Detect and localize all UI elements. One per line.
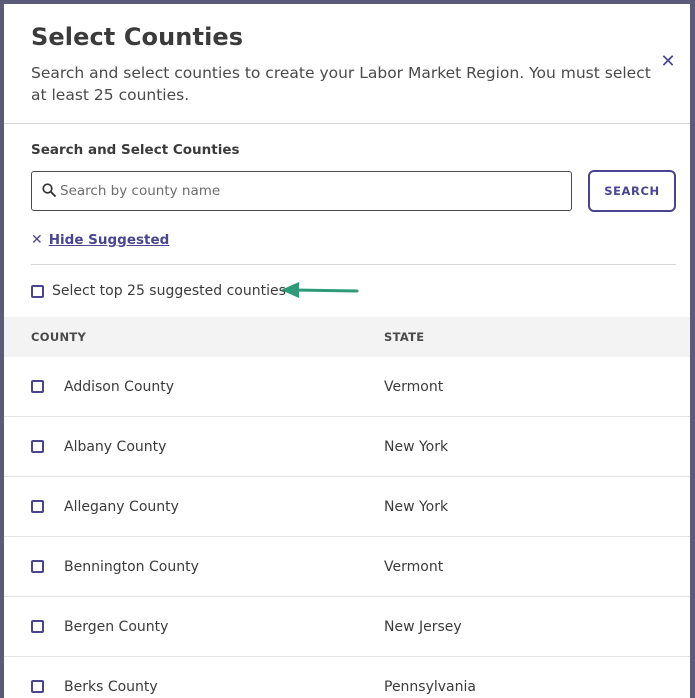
modal-title: Select Counties: [31, 23, 244, 51]
row-checkbox[interactable]: [31, 500, 44, 513]
column-header-county[interactable]: COUNTY: [4, 330, 384, 344]
table-header: COUNTY STATE: [4, 317, 690, 357]
row-checkbox[interactable]: [31, 560, 44, 573]
search-input[interactable]: [60, 172, 560, 210]
county-name: Addison County: [64, 378, 175, 395]
state-name: New York: [384, 498, 449, 515]
search-section: Search and Select Counties SEARCH ✕ Hide…: [4, 124, 690, 317]
search-label: Search and Select Counties: [31, 142, 240, 158]
column-header-state[interactable]: STATE: [384, 330, 424, 344]
row-checkbox[interactable]: [31, 440, 44, 453]
table-row[interactable]: Bergen County New Jersey: [4, 597, 690, 657]
row-checkbox[interactable]: [31, 380, 44, 393]
county-cell: Allegany County: [4, 499, 384, 515]
county-name: Allegany County: [64, 498, 179, 515]
county-name: Bennington County: [64, 558, 199, 575]
state-name: Pennsylvania: [384, 678, 476, 695]
modal-header: Select Counties Search and select counti…: [4, 4, 690, 124]
county-cell: Berks County: [4, 679, 384, 695]
county-table-body: Addison County Vermont Albany County New…: [4, 357, 690, 698]
table-row[interactable]: Allegany County New York: [4, 477, 690, 537]
county-cell: Bergen County: [4, 619, 384, 635]
row-checkbox[interactable]: [31, 680, 44, 693]
county-name: Berks County: [64, 678, 158, 695]
county-name: Bergen County: [64, 618, 169, 635]
modal-subtitle: Search and select counties to create you…: [31, 64, 651, 104]
table-row[interactable]: Bennington County Vermont: [4, 537, 690, 597]
table-row[interactable]: Addison County Vermont: [4, 357, 690, 417]
select-top-suggested-label[interactable]: Select top 25 suggested counties: [52, 283, 286, 299]
hide-suggested-link[interactable]: Hide Suggested: [49, 232, 170, 248]
state-name: Vermont: [384, 378, 444, 395]
select-counties-modal: Select Counties Search and select counti…: [4, 4, 690, 698]
select-top-suggested-row: Select top 25 suggested counties: [31, 265, 676, 317]
state-name: New Jersey: [384, 618, 462, 635]
search-field[interactable]: [31, 171, 572, 211]
state-name: Vermont: [384, 558, 444, 575]
close-icon[interactable]: ✕: [31, 232, 43, 248]
county-cell: Bennington County: [4, 559, 384, 575]
county-name: Albany County: [64, 438, 167, 455]
county-cell: Albany County: [4, 439, 384, 455]
search-button[interactable]: SEARCH: [588, 170, 676, 212]
table-row[interactable]: Berks County Pennsylvania: [4, 657, 690, 698]
row-checkbox[interactable]: [31, 620, 44, 633]
arrow-left-icon: [281, 282, 359, 298]
select-top-suggested-checkbox[interactable]: [31, 284, 44, 298]
hide-suggested-row: ✕ Hide Suggested: [31, 232, 676, 248]
search-icon: [42, 183, 56, 197]
close-icon[interactable]: ✕: [658, 52, 678, 72]
table-row[interactable]: Albany County New York: [4, 417, 690, 477]
state-name: New York: [384, 438, 449, 455]
county-cell: Addison County: [4, 379, 384, 395]
search-row: SEARCH: [31, 170, 676, 212]
